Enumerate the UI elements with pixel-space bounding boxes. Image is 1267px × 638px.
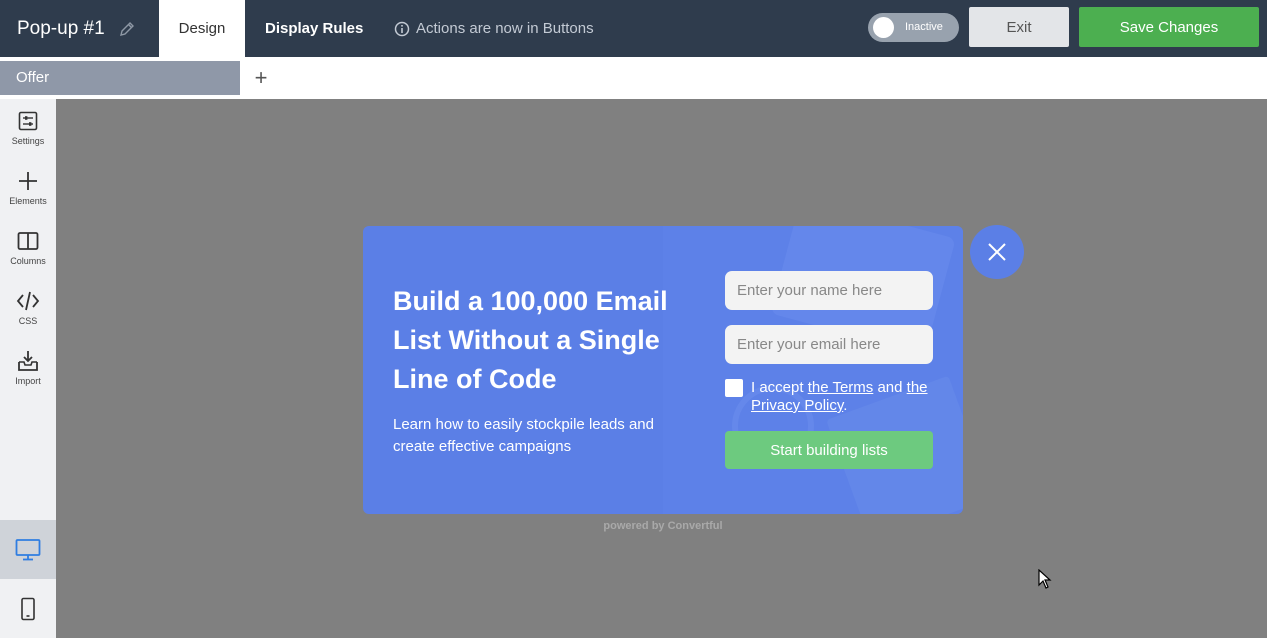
columns-icon: [17, 232, 39, 250]
code-icon: [16, 291, 40, 311]
sidebar-item-columns[interactable]: Columns: [0, 219, 56, 275]
powered-by-label: powered by Convertful: [603, 520, 723, 532]
tab-display-rules[interactable]: Display Rules: [265, 0, 363, 57]
pencil-icon[interactable]: [118, 20, 136, 38]
save-changes-button[interactable]: Save Changes: [1079, 7, 1259, 47]
top-bar: Pop-up #1 Design Display Rules Actions a…: [0, 0, 1267, 57]
plus-icon: [19, 172, 37, 190]
sidebar-item-settings[interactable]: Settings: [0, 99, 56, 155]
terms-prefix: I accept: [751, 379, 808, 396]
terms-text: I accept the Terms and the Privacy Polic…: [751, 379, 941, 415]
notice-text: Actions are now in Buttons: [416, 20, 594, 37]
popup-title: Pop-up #1: [17, 17, 105, 39]
device-mobile-button[interactable]: [0, 579, 56, 638]
sidebar-item-import[interactable]: Import: [0, 339, 56, 395]
popup-headline: Build a 100,000 Email List Without a Sin…: [393, 286, 668, 394]
add-step-button[interactable]: +: [250, 65, 272, 91]
device-desktop-button[interactable]: [0, 520, 56, 579]
toggle-label: Inactive: [905, 21, 943, 33]
toggle-knob: [873, 17, 894, 38]
terms-checkbox[interactable]: [725, 379, 743, 397]
exit-button[interactable]: Exit: [969, 7, 1069, 47]
tab-design[interactable]: Design: [159, 0, 245, 57]
close-icon: [988, 243, 1006, 261]
name-input[interactable]: [725, 271, 933, 310]
sidebar-item-label: CSS: [18, 316, 38, 326]
popup-close-button[interactable]: [970, 225, 1024, 279]
status-toggle[interactable]: Inactive: [868, 13, 959, 42]
step-tabs-bar: Offer +: [0, 57, 1267, 99]
popup-title-wrap: Pop-up #1: [17, 0, 136, 57]
start-building-button[interactable]: Start building lists: [725, 431, 933, 469]
left-sidebar: Settings Elements Columns CSS Import: [0, 99, 56, 638]
sidebar-item-label: Columns: [10, 256, 46, 266]
terms-link[interactable]: the Terms: [808, 379, 874, 396]
email-input[interactable]: [725, 325, 933, 364]
mobile-icon: [21, 597, 35, 620]
sidebar-item-label: Elements: [9, 196, 47, 206]
terms-suffix: .: [843, 397, 848, 414]
popup-preview[interactable]: Build a 100,000 Email List Without a Sin…: [363, 226, 963, 514]
popup-subtext: Learn how to easily stockpile leads and …: [393, 416, 654, 455]
sidebar-item-css[interactable]: CSS: [0, 279, 56, 335]
actions-notice: Actions are now in Buttons: [394, 0, 594, 57]
sidebar-item-label: Import: [15, 376, 41, 386]
info-icon: [394, 21, 410, 36]
desktop-icon: [15, 538, 41, 560]
background-photo-overlay: [663, 226, 963, 514]
import-icon: [18, 351, 38, 371]
terms-mid: and: [873, 379, 907, 396]
mouse-cursor-icon: [1038, 569, 1052, 589]
settings-icon: [18, 111, 38, 131]
sidebar-item-elements[interactable]: Elements: [0, 159, 56, 215]
sidebar-item-label: Settings: [11, 136, 45, 146]
tab-offer[interactable]: Offer: [0, 61, 240, 95]
